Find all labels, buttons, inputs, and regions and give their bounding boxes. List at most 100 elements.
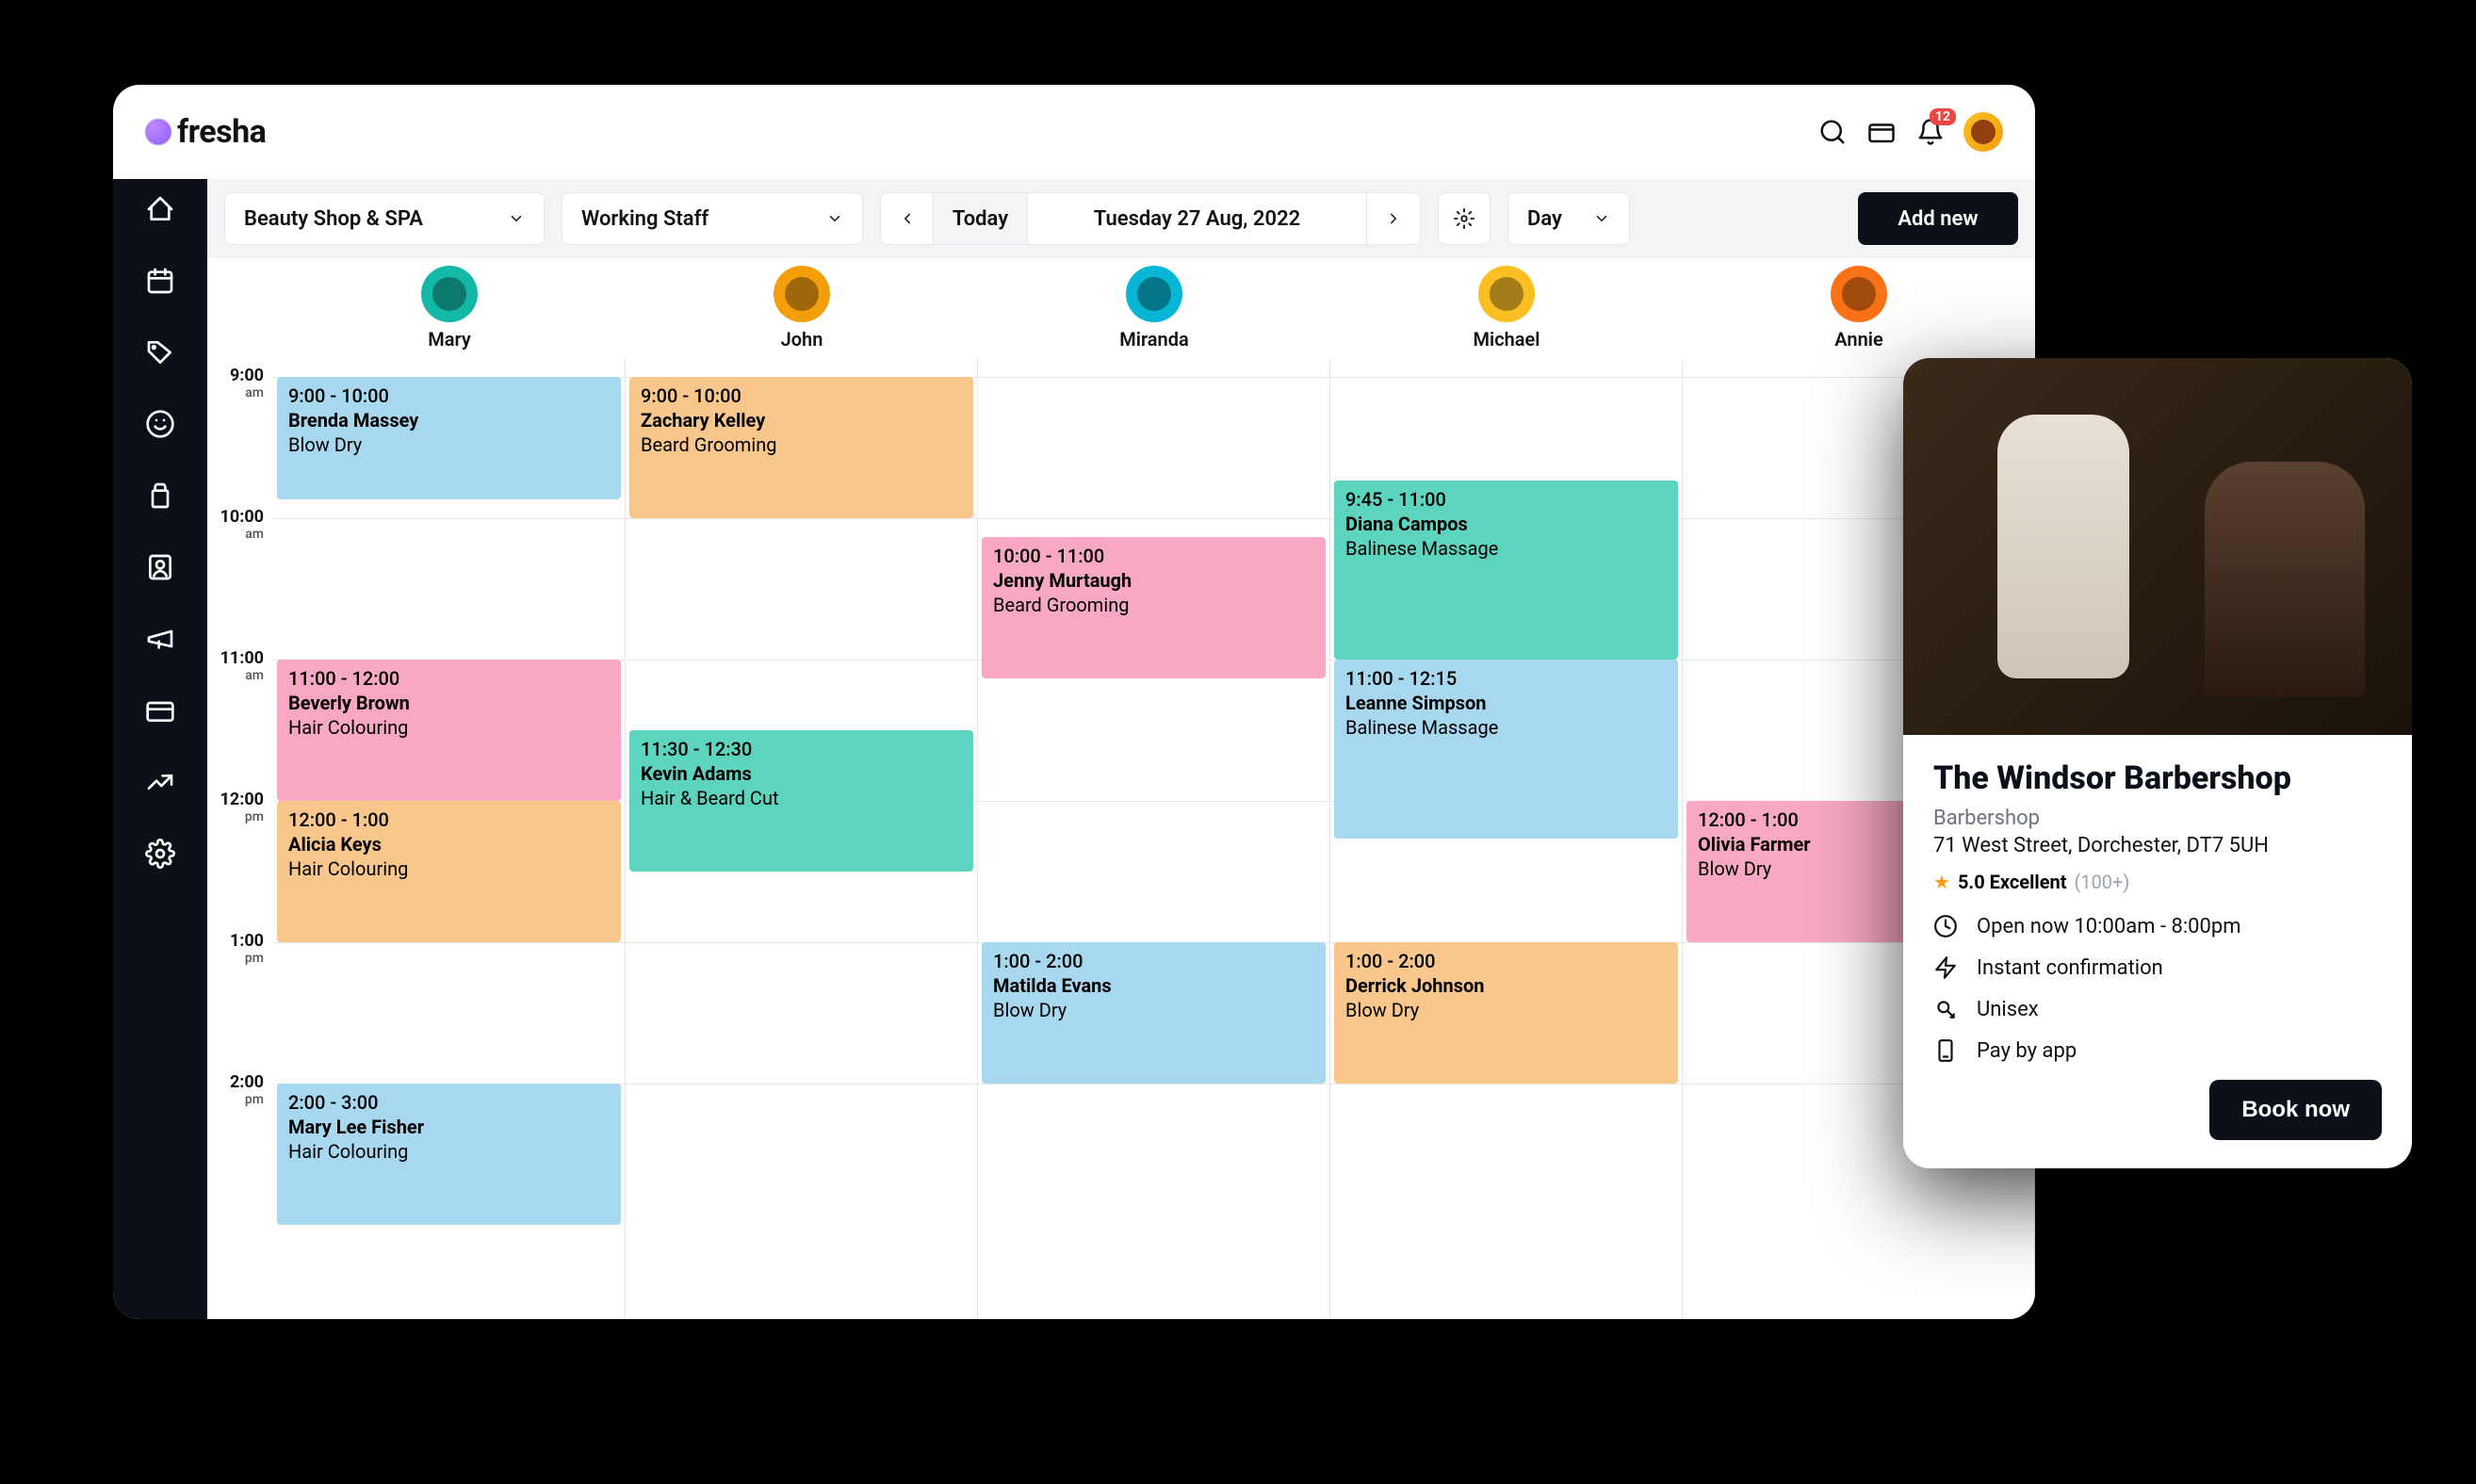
appointment-block[interactable]: 11:30 - 12:30Kevin AdamsHair & Beard Cut xyxy=(629,730,973,872)
gender-icon xyxy=(1933,997,1958,1021)
appointment-client: Alicia Keys xyxy=(288,833,610,856)
notification-badge: 12 xyxy=(1930,108,1956,125)
megaphone-icon[interactable] xyxy=(143,622,177,656)
business-category: Barbershop xyxy=(1933,807,2382,830)
time-label: 10:00am xyxy=(207,509,264,541)
product-icon[interactable] xyxy=(143,479,177,513)
feature-pay: Pay by app xyxy=(1933,1038,2382,1063)
staff-name: John xyxy=(781,328,823,351)
appointment-block[interactable]: 11:00 - 12:15Leanne SimpsonBalinese Mass… xyxy=(1334,660,1678,839)
staff-column[interactable]: 9:45 - 11:00Diana CamposBalinese Massage… xyxy=(1330,358,1683,1319)
staff-filter-select[interactable]: Working Staff xyxy=(562,192,863,245)
appointment-client: Derrick Johnson xyxy=(1345,974,1667,997)
appointment-service: Blow Dry xyxy=(288,433,610,456)
appointment-service: Hair Colouring xyxy=(288,857,610,880)
appointment-time: 1:00 - 2:00 xyxy=(1345,950,1436,972)
home-icon[interactable] xyxy=(143,192,177,226)
date-display[interactable]: Tuesday 27 Aug, 2022 xyxy=(1028,193,1367,244)
appointment-time: 1:00 - 2:00 xyxy=(993,950,1083,972)
staff-header-row: Mary John Miranda Michael Annie xyxy=(207,258,2035,358)
staff-avatar xyxy=(1831,266,1887,322)
brand-logo[interactable]: fresha xyxy=(145,113,266,151)
feature-gender: Unisex xyxy=(1933,997,2382,1021)
chevron-down-icon xyxy=(508,210,525,227)
staff-name: Annie xyxy=(1834,328,1882,351)
appointment-block[interactable]: 12:00 - 1:00Alicia KeysHair Colouring xyxy=(277,801,621,942)
appointment-client: Brenda Massey xyxy=(288,409,610,432)
staff-column-header[interactable]: Michael xyxy=(1330,266,1683,351)
prev-day-button[interactable] xyxy=(881,193,934,244)
appointment-service: Blow Dry xyxy=(993,999,1314,1021)
chevron-right-icon xyxy=(1385,210,1402,227)
appointment-service: Balinese Massage xyxy=(1345,716,1667,739)
appointment-block[interactable]: 1:00 - 2:00Matilda EvansBlow Dry xyxy=(982,942,1326,1084)
calendar-grid: 9:00am 10:00am 11:00am 12:00pm 1:00pm 2:… xyxy=(207,358,2035,1319)
rating-count: (100+) xyxy=(2074,871,2129,893)
appointment-block[interactable]: 11:00 - 12:00Beverly BrownHair Colouring xyxy=(277,660,621,801)
appointment-time: 11:30 - 12:30 xyxy=(641,738,752,760)
appointment-service: Beard Grooming xyxy=(993,594,1314,616)
search-icon[interactable] xyxy=(1816,116,1849,148)
appointment-block[interactable]: 9:00 - 10:00Zachary KelleyBeard Grooming xyxy=(629,377,973,518)
appointment-block[interactable]: 1:00 - 2:00Derrick JohnsonBlow Dry xyxy=(1334,942,1678,1084)
appointment-block[interactable]: 9:00 - 10:00Brenda MasseyBlow Dry xyxy=(277,377,621,499)
staff-column[interactable]: 10:00 - 11:00Jenny MurtaughBeard Groomin… xyxy=(978,358,1330,1319)
staff-column[interactable]: 9:00 - 10:00Brenda MasseyBlow Dry 11:00 -… xyxy=(273,358,626,1319)
time-label: 12:00pm xyxy=(207,791,264,824)
card-icon[interactable] xyxy=(143,693,177,727)
time-label: 2:00pm xyxy=(207,1074,264,1106)
chevron-left-icon xyxy=(899,210,916,227)
smile-icon[interactable] xyxy=(143,407,177,441)
appointment-service: Hair & Beard Cut xyxy=(641,787,962,809)
settings-icon[interactable] xyxy=(143,837,177,871)
appointment-block[interactable]: 9:45 - 11:00Diana CamposBalinese Massage xyxy=(1334,481,1678,660)
calendar-icon[interactable] xyxy=(143,264,177,298)
appointment-client: Matilda Evans xyxy=(993,974,1314,997)
sidebar-nav xyxy=(113,179,207,1319)
appointment-time: 9:00 - 10:00 xyxy=(288,384,389,407)
view-select[interactable]: Day xyxy=(1507,192,1630,245)
time-axis: 9:00am 10:00am 11:00am 12:00pm 1:00pm 2:… xyxy=(207,358,273,1319)
today-button[interactable]: Today xyxy=(934,193,1028,244)
gear-icon xyxy=(1454,208,1474,229)
contact-icon[interactable] xyxy=(143,550,177,584)
wallet-icon[interactable] xyxy=(1865,116,1898,148)
clock-icon xyxy=(1933,914,1958,938)
staff-filter-label: Working Staff xyxy=(581,207,709,231)
calendar-settings-button[interactable] xyxy=(1438,192,1490,245)
staff-name: Michael xyxy=(1474,328,1540,351)
appointment-time: 11:00 - 12:00 xyxy=(288,667,399,690)
staff-column-header[interactable]: Annie xyxy=(1683,266,2035,351)
notifications-icon[interactable]: 12 xyxy=(1914,116,1947,148)
appointment-time: 12:00 - 1:00 xyxy=(1698,808,1799,831)
staff-column-header[interactable]: Miranda xyxy=(978,266,1330,351)
staff-name: Mary xyxy=(428,328,471,351)
user-avatar[interactable] xyxy=(1963,112,2003,152)
lightning-icon xyxy=(1933,955,1958,980)
staff-column-header[interactable]: Mary xyxy=(273,266,626,351)
appointment-client: Diana Campos xyxy=(1345,513,1667,535)
feature-confirmation: Instant confirmation xyxy=(1933,955,2382,980)
staff-column-header[interactable]: John xyxy=(626,266,978,351)
staff-column[interactable]: 9:00 - 10:00Zachary KelleyBeard Grooming… xyxy=(626,358,978,1319)
add-new-button[interactable]: Add new xyxy=(1858,192,2018,245)
brand-name: fresha xyxy=(177,113,266,151)
business-title: The Windsor Barbershop xyxy=(1933,759,2382,797)
appointment-service: Beard Grooming xyxy=(641,433,962,456)
star-icon: ★ xyxy=(1933,871,1950,893)
book-now-button[interactable]: Book now xyxy=(2209,1080,2382,1140)
rating-row: ★ 5.0 Excellent (100+) xyxy=(1933,871,2382,893)
business-photo xyxy=(1903,358,2412,735)
location-select[interactable]: Beauty Shop & SPA xyxy=(224,192,545,245)
chevron-down-icon xyxy=(826,210,843,227)
chart-icon[interactable] xyxy=(143,765,177,799)
appointment-block[interactable]: 2:00 - 3:00Mary Lee FisherHair Colouring xyxy=(277,1084,621,1225)
rating-score: 5.0 Excellent xyxy=(1958,871,2067,893)
tag-icon[interactable] xyxy=(143,335,177,369)
chevron-down-icon xyxy=(1593,210,1610,227)
appointment-client: Leanne Simpson xyxy=(1345,692,1667,714)
appointment-time: 9:00 - 10:00 xyxy=(641,384,741,407)
next-day-button[interactable] xyxy=(1367,193,1420,244)
appointment-block[interactable]: 10:00 - 11:00Jenny MurtaughBeard Groomin… xyxy=(982,537,1326,678)
appointment-time: 9:45 - 11:00 xyxy=(1345,488,1446,511)
